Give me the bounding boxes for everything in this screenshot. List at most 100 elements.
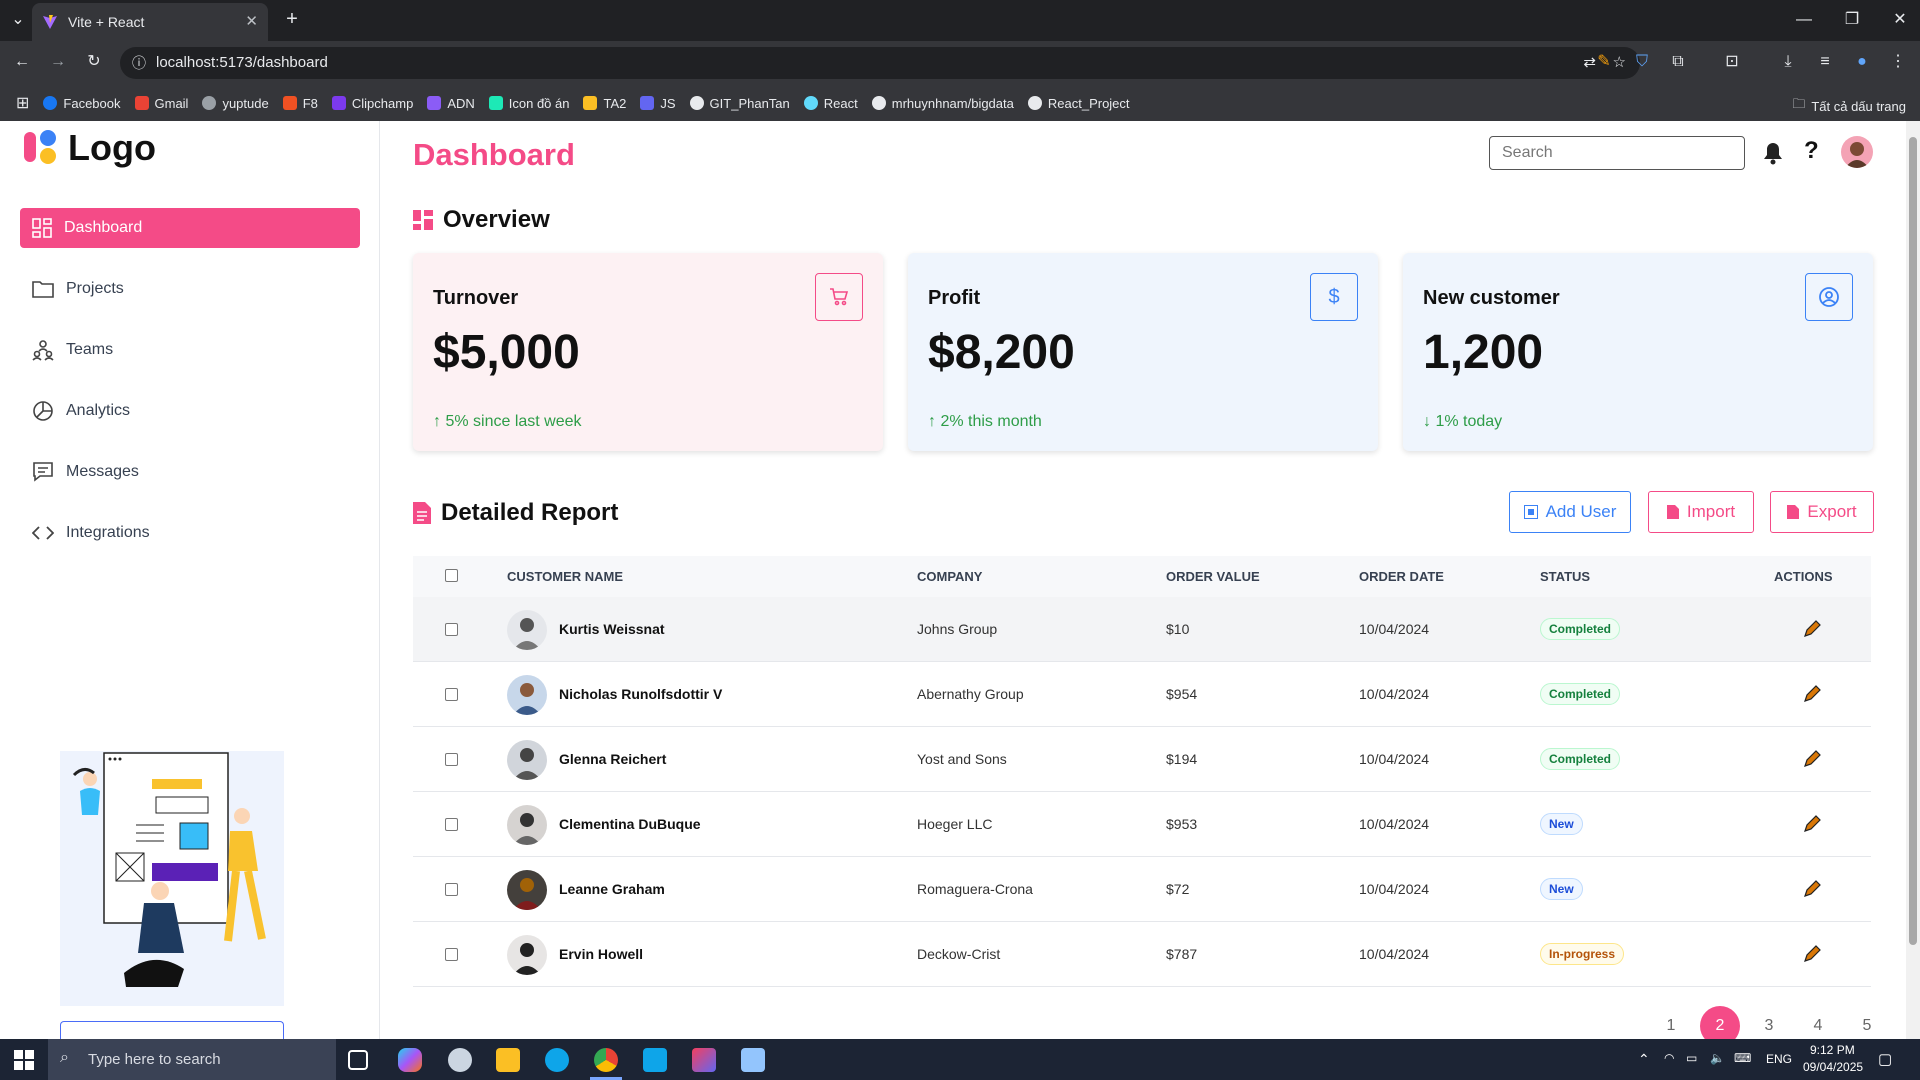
sidebar-item-analytics[interactable]: Analytics — [20, 391, 360, 431]
draw-app-icon[interactable] — [692, 1048, 716, 1072]
profile-icon[interactable]: ● — [1852, 52, 1872, 72]
bookmark-star-icon[interactable]: ☆ — [1613, 47, 1626, 79]
row-checkbox[interactable] — [445, 753, 458, 766]
sidebar-item-dashboard[interactable]: Dashboard — [20, 208, 360, 248]
edge-icon[interactable] — [545, 1048, 569, 1072]
chrome-menu-icon[interactable]: ⋮ — [1888, 52, 1908, 72]
table-row[interactable]: Glenna Reichert Yost and Sons $194 10/04… — [413, 727, 1871, 792]
extension-shield-icon[interactable]: ⛉ — [1632, 52, 1652, 72]
add-user-button[interactable]: Add User — [1509, 491, 1631, 533]
user-circle-icon[interactable] — [1805, 273, 1853, 321]
column-header-company[interactable]: COMPANY — [917, 569, 982, 584]
app-icon[interactable] — [448, 1048, 472, 1072]
column-header-customer[interactable]: CUSTOMER NAME — [507, 569, 623, 584]
cart-icon[interactable] — [815, 273, 863, 321]
tray-chevron-icon[interactable]: ⌃ — [1638, 1051, 1650, 1068]
file-explorer-icon[interactable] — [496, 1048, 520, 1072]
bookmark-react[interactable]: React — [803, 96, 858, 111]
bell-icon[interactable] — [1762, 141, 1784, 165]
row-checkbox[interactable] — [445, 688, 458, 701]
bookmark-ta2[interactable]: TA2 — [583, 96, 626, 111]
dollar-icon[interactable]: $ — [1310, 273, 1358, 321]
tab-search-icon[interactable]: ⌄ — [8, 10, 28, 30]
select-all-checkbox[interactable] — [445, 569, 458, 582]
row-checkbox[interactable] — [445, 623, 458, 636]
new-tab-button[interactable]: + — [282, 9, 302, 29]
export-button[interactable]: Export — [1770, 491, 1874, 533]
vscode-icon[interactable] — [643, 1048, 667, 1072]
sidebar-item-messages[interactable]: Messages — [20, 452, 360, 492]
page-1[interactable]: 1 — [1651, 1006, 1691, 1039]
apps-icon[interactable]: ⊞ — [16, 93, 29, 113]
notifications-icon[interactable]: ▢ — [1878, 1050, 1892, 1068]
taskbar-search[interactable]: ⌕ Type here to search — [48, 1039, 336, 1080]
bookmark-js[interactable]: JS — [640, 96, 676, 111]
download-icon[interactable]: ⤓ — [1778, 52, 1798, 72]
edit-icon[interactable] — [1802, 684, 1822, 704]
edit-icon[interactable] — [1802, 944, 1822, 964]
tab-close-icon[interactable]: ✕ — [245, 12, 258, 30]
edit-icon[interactable] — [1802, 814, 1822, 834]
media-icon[interactable]: ≡ — [1815, 52, 1835, 72]
bookmark-gmail[interactable]: Gmail — [134, 96, 188, 111]
bookmark-f8[interactable]: F8 — [282, 96, 318, 111]
bookmark-react-project[interactable]: React_Project — [1027, 96, 1130, 111]
page-5[interactable]: 5 — [1847, 1006, 1887, 1039]
forward-button[interactable]: → — [48, 52, 68, 72]
edit-icon[interactable] — [1802, 879, 1822, 899]
volume-icon[interactable]: 🔈 — [1710, 1051, 1725, 1065]
chrome-icon[interactable] — [594, 1048, 618, 1072]
clock-date[interactable]: 09/04/2025 — [1803, 1060, 1863, 1074]
page-scrollbar[interactable] — [1906, 121, 1920, 1039]
notepad-icon[interactable] — [741, 1048, 765, 1072]
browser-tab[interactable]: Vite + React ✕ — [32, 3, 268, 41]
site-info-icon[interactable]: ⓘ — [132, 47, 146, 79]
table-row[interactable]: Nicholas Runolfsdottir V Abernathy Group… — [413, 662, 1871, 727]
column-header-order-date[interactable]: ORDER DATE — [1359, 569, 1444, 584]
user-avatar[interactable] — [1841, 136, 1873, 168]
table-row[interactable]: Clementina DuBuque Hoeger LLC $953 10/04… — [413, 792, 1871, 857]
sidebar-item-projects[interactable]: Projects — [20, 269, 360, 309]
bookmark-adn[interactable]: ADN — [427, 96, 475, 111]
keyboard-icon[interactable]: ⌨ — [1734, 1051, 1751, 1065]
column-header-status[interactable]: STATUS — [1540, 569, 1590, 584]
minimize-button[interactable]: — — [1794, 10, 1814, 30]
battery-icon[interactable]: ▭ — [1686, 1051, 1697, 1065]
clock-time[interactable]: 9:12 PM — [1810, 1043, 1855, 1057]
column-header-order-value[interactable]: ORDER VALUE — [1166, 569, 1260, 584]
language-indicator[interactable]: ENG — [1766, 1052, 1792, 1066]
all-bookmarks[interactable]: 🗀 Tất cả dấu trang — [1792, 95, 1906, 117]
page-2[interactable]: 2 — [1700, 1006, 1740, 1039]
copilot-icon[interactable] — [398, 1048, 422, 1072]
table-row[interactable]: Kurtis Weissnat Johns Group $10 10/04/20… — [413, 597, 1871, 662]
row-checkbox[interactable] — [445, 883, 458, 896]
import-button[interactable]: Import — [1648, 491, 1754, 533]
restore-button[interactable]: ❐ — [1842, 10, 1862, 30]
logo[interactable]: Logo — [22, 127, 156, 169]
reload-button[interactable]: ↻ — [84, 52, 104, 72]
help-icon[interactable]: ? — [1804, 137, 1819, 165]
edit-icon[interactable] — [1802, 749, 1822, 769]
table-row[interactable]: Ervin Howell Deckow-Crist $787 10/04/202… — [413, 922, 1871, 987]
address-bar[interactable]: ⓘ localhost:5173/dashboard ⇄ ☆ — [120, 47, 1640, 79]
row-checkbox[interactable] — [445, 818, 458, 831]
network-icon[interactable]: ◠ — [1664, 1051, 1674, 1065]
back-button[interactable]: ← — [12, 52, 32, 72]
task-view-icon[interactable] — [348, 1050, 368, 1070]
search-input[interactable] — [1489, 136, 1745, 170]
scrollbar-thumb[interactable] — [1909, 137, 1917, 945]
edit-icon[interactable] — [1802, 619, 1822, 639]
bookmark-clipchamp[interactable]: Clipchamp — [331, 96, 413, 111]
bookmark-git-phantan[interactable]: GIT_PhanTan — [689, 96, 790, 111]
page-3[interactable]: 3 — [1749, 1006, 1789, 1039]
sidebar-item-teams[interactable]: Teams — [20, 330, 360, 370]
extension-pen-icon[interactable]: ✎ — [1594, 52, 1614, 72]
window-close-button[interactable]: ✕ — [1890, 10, 1910, 30]
table-row[interactable]: Leanne Graham Romaguera-Crona $72 10/04/… — [413, 857, 1871, 922]
sidebar-item-integrations[interactable]: Integrations — [20, 513, 360, 553]
bookmark-icon-do-an[interactable]: Icon đồ án — [488, 96, 569, 111]
screenshot-icon[interactable]: ⊡ — [1722, 52, 1742, 72]
row-checkbox[interactable] — [445, 948, 458, 961]
bookmark-yuptude[interactable]: yuptude — [202, 96, 269, 111]
page-4[interactable]: 4 — [1798, 1006, 1838, 1039]
